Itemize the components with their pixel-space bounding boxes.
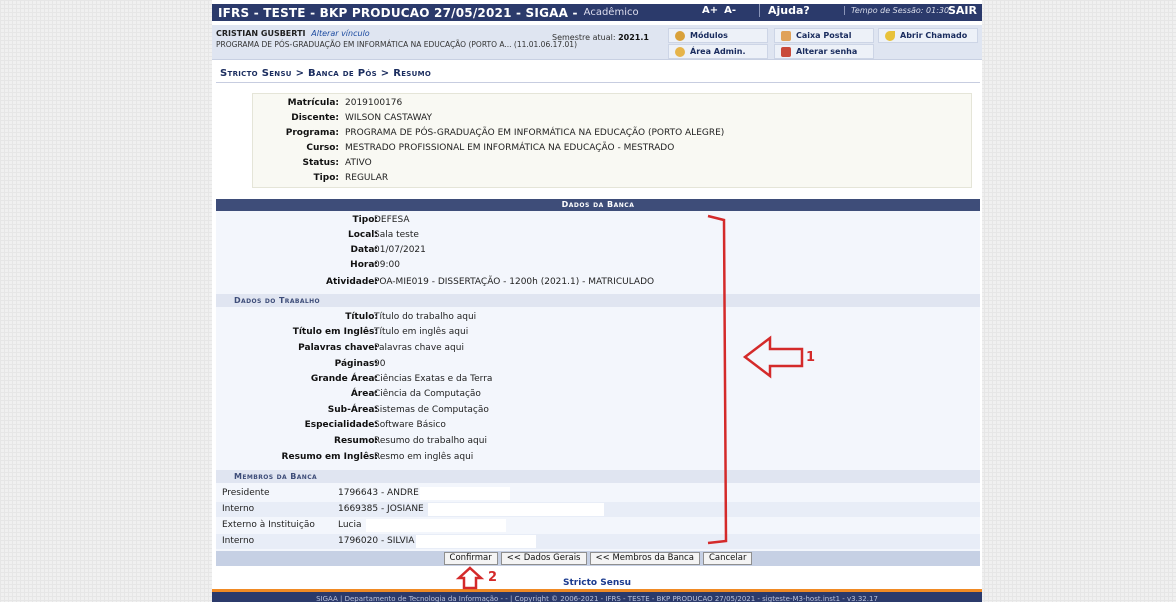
annotation-label-1: 1 [806, 350, 816, 365]
annotation-arrow-up-icon [455, 566, 485, 590]
annotation-bracket [707, 214, 728, 545]
annotation-label-2: 2 [488, 570, 498, 585]
annotation-overlay [455, 214, 804, 590]
annotation-arrow-left-icon [742, 335, 804, 379]
